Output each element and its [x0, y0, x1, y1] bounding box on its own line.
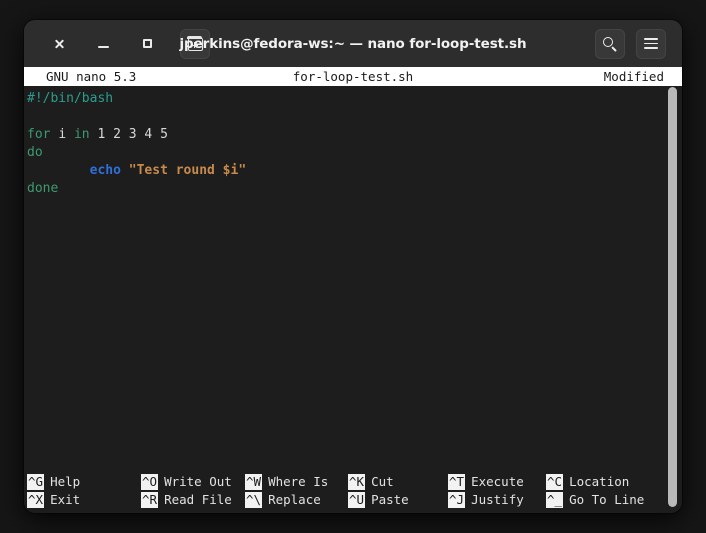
shortcut-help[interactable]: ^G Help [27, 473, 141, 491]
code-token-plain: 1 2 3 4 5 [89, 127, 168, 142]
search-button[interactable] [595, 28, 625, 59]
code-token-plain: i [58, 127, 67, 142]
shortcut-label: Exit [50, 492, 81, 507]
shortcut-label: Where Is [268, 474, 329, 489]
hamburger-menu-icon [644, 38, 658, 49]
minimize-icon [97, 45, 109, 48]
shortcut-row-2: ^X Exit ^R Read File ^\ Replace ^U Paste ^J Justi… [27, 491, 682, 509]
shortcut-label: Paste [371, 492, 409, 507]
search-icon [603, 36, 617, 51]
shortcut-label: Help [50, 474, 81, 489]
shortcut-key: ^U [348, 492, 366, 508]
nano-modified-status: Modified [603, 69, 664, 84]
shortcut-label: Write Out [164, 474, 232, 489]
new-tab-icon [186, 35, 203, 51]
shortcut-key: ^O [141, 474, 159, 490]
code-token-keyword: for [27, 127, 51, 142]
code-line: done [27, 180, 682, 198]
shortcut-key: ^J [448, 492, 466, 508]
shortcut-key: ^R [141, 492, 159, 508]
nano-header-wrap: GNU nano 5.3 for-loop-test.sh Modified [24, 67, 682, 86]
shortcut-key: ^_ [546, 492, 564, 508]
shortcut-justify[interactable]: ^J Justify [448, 491, 546, 509]
minimize-window-button[interactable] [88, 29, 118, 59]
shortcut-paste[interactable]: ^U Paste [348, 491, 448, 509]
menu-button[interactable] [636, 28, 666, 59]
shortcut-write-out[interactable]: ^O Write Out [141, 473, 245, 491]
terminal-window: jperkins@fedora-ws:~ — nano for-loop-tes… [24, 20, 682, 513]
nano-header-bar: GNU nano 5.3 for-loop-test.sh Modified [24, 67, 682, 86]
shortcut-label: Cut [371, 474, 394, 489]
shortcut-exit[interactable]: ^X Exit [27, 491, 141, 509]
titlebar-actions [595, 28, 672, 59]
code-line: for i in 1 2 3 4 5 [27, 126, 682, 144]
code-token-keyword: do [27, 145, 43, 160]
code-line: #!/bin/bash [27, 90, 682, 108]
shortcut-cut[interactable]: ^K Cut [348, 473, 448, 491]
screen: jperkins@fedora-ws:~ — nano for-loop-tes… [0, 0, 706, 533]
shortcut-key: ^G [27, 474, 45, 490]
shortcut-execute[interactable]: ^T Execute [448, 473, 546, 491]
nano-version: GNU nano 5.3 [46, 69, 137, 84]
shortcut-key: ^W [245, 474, 263, 490]
code-token-keyword: done [27, 181, 59, 196]
terminal-content[interactable]: GNU nano 5.3 for-loop-test.sh Modified #… [24, 67, 682, 513]
new-tab-button[interactable] [180, 28, 210, 59]
shortcut-key: ^T [448, 474, 466, 490]
nano-shortcut-bar: ^G Help ^O Write Out ^W Where Is ^K Cut ^T Execut… [24, 473, 682, 513]
shortcut-location[interactable]: ^C Location [546, 473, 656, 491]
close-icon [54, 38, 65, 49]
shortcut-replace[interactable]: ^\ Replace [245, 491, 348, 509]
window-title: jperkins@fedora-ws:~ — nano for-loop-tes… [179, 35, 527, 52]
code-token-builtin: echo [89, 163, 121, 178]
maximize-window-button[interactable] [132, 29, 162, 59]
code-token-string: "Test round $i" [128, 163, 247, 178]
code-token-comment: #!/bin/bash [27, 91, 114, 106]
shortcut-key: ^X [27, 492, 45, 508]
shortcut-read-file[interactable]: ^R Read File [141, 491, 245, 509]
shortcut-label: Location [569, 474, 630, 489]
close-window-button[interactable] [44, 29, 74, 59]
shortcut-key: ^C [546, 474, 564, 490]
code-token-keyword: in [73, 127, 90, 142]
nano-editor-area[interactable]: #!/bin/bash for i in 1 2 3 4 5 do echo "T… [24, 86, 682, 457]
shortcut-key: ^K [348, 474, 366, 490]
code-line: echo "Test round $i" [27, 162, 682, 180]
code-line: do [27, 144, 682, 162]
shortcut-where-is[interactable]: ^W Where Is [245, 473, 348, 491]
terminal-scrollbar[interactable] [668, 87, 677, 507]
shortcut-label: Justify [471, 492, 524, 507]
shortcut-label: Replace [268, 492, 321, 507]
shortcut-label: Go To Line [569, 492, 645, 507]
maximize-icon [142, 39, 152, 48]
shortcut-label: Read File [164, 492, 232, 507]
shortcut-go-to-line[interactable]: ^_ Go To Line [546, 491, 656, 509]
shortcut-row-1: ^G Help ^O Write Out ^W Where Is ^K Cut ^T Execut… [27, 473, 682, 491]
shortcut-label: Execute [471, 474, 524, 489]
window-titlebar: jperkins@fedora-ws:~ — nano for-loop-tes… [24, 20, 682, 67]
scrollbar-thumb[interactable] [668, 87, 677, 507]
shortcut-key: ^\ [245, 492, 263, 508]
